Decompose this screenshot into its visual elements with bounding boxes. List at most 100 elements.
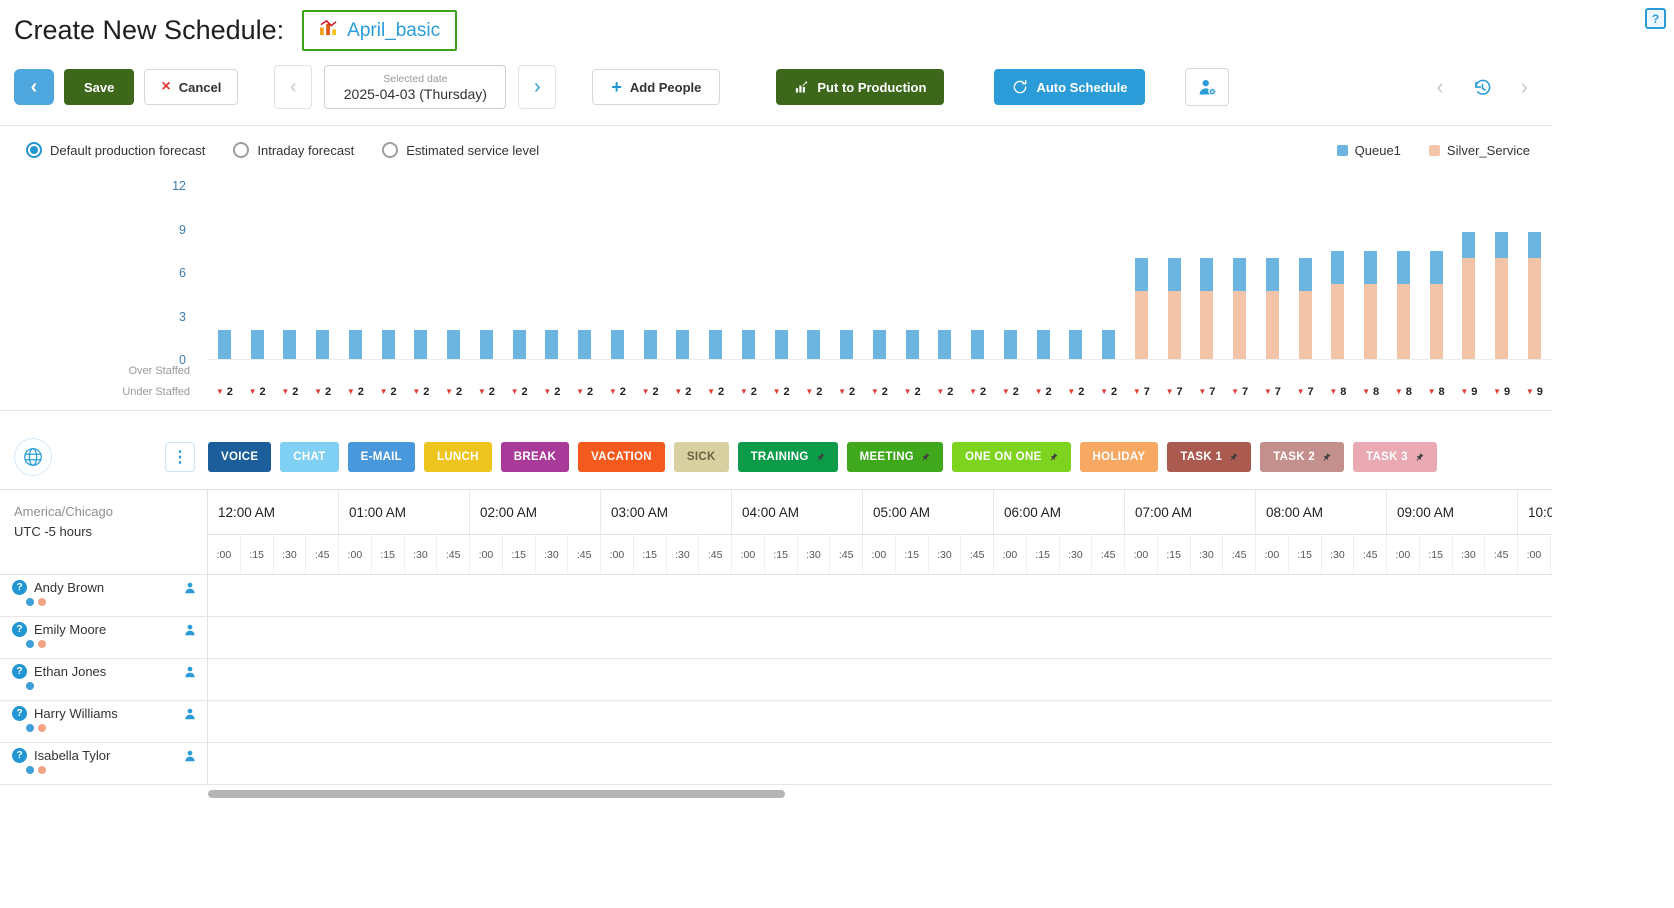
activity-chip-label: MEETING [860, 451, 915, 463]
scrollbar-thumb[interactable] [208, 790, 785, 798]
legend-item[interactable]: Silver_Service [1429, 143, 1530, 158]
auto-schedule-button[interactable]: Auto Schedule [994, 69, 1145, 105]
question-icon[interactable]: ? [12, 748, 27, 763]
stacked-bar [1266, 186, 1279, 359]
selected-date-box[interactable]: Selected date 2025-04-03 (Thursday) [324, 65, 506, 109]
employee-row-header: ?Harry Williams [12, 706, 197, 721]
understaffed-number: 2 [227, 386, 233, 398]
back-button[interactable]: ‹ [14, 69, 54, 105]
help-icon[interactable]: ? [1645, 8, 1666, 29]
interval-header: :30 [1191, 535, 1224, 574]
forecast-option-label: Intraday forecast [257, 143, 354, 158]
activity-chip-one-on-one[interactable]: ONE ON ONE [952, 442, 1070, 472]
redo-forward-button[interactable]: › [1515, 73, 1534, 101]
timezone-globe-icon[interactable] [14, 438, 52, 476]
interval-header: :30 [405, 535, 438, 574]
activity-chip-sick[interactable]: SICK [674, 442, 729, 472]
activity-chip-task-1[interactable]: TASK 1 [1167, 442, 1251, 472]
red-down-arrow-icon: ▼ [740, 388, 748, 396]
person-icon[interactable] [183, 623, 197, 637]
person-icon[interactable] [183, 707, 197, 721]
chart-bar [765, 186, 798, 359]
interval-header: :15 [1289, 535, 1322, 574]
cancel-button[interactable]: × Cancel [144, 69, 238, 105]
stacked-bar [218, 186, 231, 359]
understaffed-label: Under Staffed [0, 386, 208, 398]
understaffed-number: 2 [325, 386, 331, 398]
schedule-grid-row[interactable] [208, 659, 1552, 701]
schedule-grid-row[interactable] [208, 617, 1552, 659]
activity-chip-lunch[interactable]: LUNCH [424, 442, 492, 472]
question-icon[interactable]: ? [12, 706, 27, 721]
next-date-button[interactable]: › [518, 65, 556, 109]
prev-date-button[interactable]: ‹ [274, 65, 312, 109]
activity-chip-e-mail[interactable]: E-MAIL [348, 442, 415, 472]
schedule-name-box[interactable]: April_basic [302, 10, 457, 51]
stacked-bar [1397, 186, 1410, 359]
chart-bar [1485, 186, 1518, 359]
person-icon[interactable] [183, 581, 197, 595]
people-settings-button[interactable] [1185, 68, 1229, 106]
add-people-button[interactable]: + Add People [592, 69, 720, 105]
stacked-bar [971, 186, 984, 359]
person-icon[interactable] [183, 749, 197, 763]
activity-chip-voice[interactable]: VOICE [208, 442, 271, 472]
channel-dot [38, 766, 46, 774]
activity-chip-vacation[interactable]: VACATION [578, 442, 665, 472]
activity-chip-label: SICK [687, 451, 716, 463]
pin-icon [1321, 452, 1331, 462]
person-icon[interactable] [183, 665, 197, 679]
activity-chip-break[interactable]: BREAK [501, 442, 569, 472]
schedule-left-panel: ⋮ America/Chicago UTC -5 hours ?Andy Bro… [0, 425, 208, 798]
understaffed-value: ▼2 [896, 386, 929, 398]
red-down-arrow-icon: ▼ [445, 388, 453, 396]
legend-item[interactable]: Queue1 [1337, 143, 1401, 158]
understaffed-number: 2 [522, 386, 528, 398]
queue1-segment [709, 330, 722, 359]
history-icon[interactable] [1466, 76, 1499, 99]
channel-dots [26, 640, 197, 648]
queue1-segment [644, 330, 657, 359]
schedule-grid-row[interactable] [208, 701, 1552, 743]
put-to-production-button[interactable]: Put to Production [776, 69, 944, 105]
queue1-segment [1037, 330, 1050, 359]
question-icon[interactable]: ? [12, 580, 27, 595]
hour-header: 08:00 AM [1256, 490, 1387, 534]
forecast-option-1[interactable]: Intraday forecast [233, 142, 354, 158]
chart-bar [601, 186, 634, 359]
options-menu-icon[interactable]: ⋮ [165, 442, 195, 472]
undo-back-button[interactable]: ‹ [1430, 73, 1449, 101]
red-down-arrow-icon: ▼ [936, 388, 944, 396]
silver-service-segment [1299, 291, 1312, 359]
queue1-segment [283, 330, 296, 359]
queue1-segment [1299, 258, 1312, 291]
question-icon[interactable]: ? [12, 622, 27, 637]
stacked-bar [742, 186, 755, 359]
chart-bar [1322, 186, 1355, 359]
understaffed-value: ▼9 [1518, 386, 1551, 398]
activity-chip-chat[interactable]: CHAT [280, 442, 338, 472]
selected-date-label: Selected date [383, 73, 447, 85]
schedule-grid-row[interactable] [208, 743, 1552, 785]
interval-header: :00 [470, 535, 503, 574]
schedule-grid-row[interactable] [208, 575, 1552, 617]
activity-chip-meeting[interactable]: MEETING [847, 442, 944, 472]
interval-header: :30 [798, 535, 831, 574]
activity-chip-training[interactable]: TRAINING [738, 442, 838, 472]
save-button[interactable]: Save [64, 69, 134, 105]
activity-chip-label: HOLIDAY [1093, 451, 1146, 463]
question-icon[interactable]: ? [12, 664, 27, 679]
forecast-option-2[interactable]: Estimated service level [382, 142, 539, 158]
activity-chip-task-3[interactable]: TASK 3 [1353, 442, 1437, 472]
stacked-bar [676, 186, 689, 359]
forecast-option-0[interactable]: Default production forecast [26, 142, 205, 158]
employee-row: ?Harry Williams [0, 701, 208, 743]
red-down-arrow-icon: ▼ [969, 388, 977, 396]
chart-bar [929, 186, 962, 359]
red-down-arrow-icon: ▼ [314, 388, 322, 396]
left-toolbar: ⋮ [0, 425, 208, 489]
stacked-bar [1495, 186, 1508, 359]
activity-chip-holiday[interactable]: HOLIDAY [1080, 442, 1159, 472]
interval-header: :15 [765, 535, 798, 574]
activity-chip-task-2[interactable]: TASK 2 [1260, 442, 1344, 472]
